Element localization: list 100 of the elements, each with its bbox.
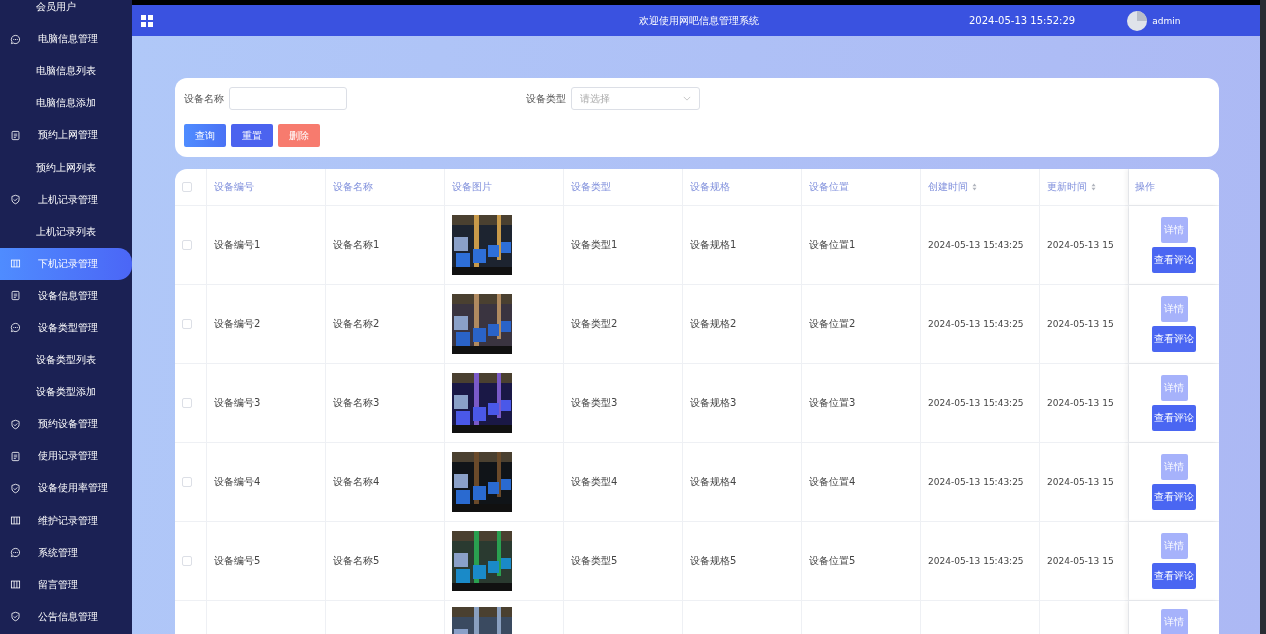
chat-icon <box>10 33 21 45</box>
row-action-button[interactable]: 查看评论 <box>1152 563 1196 589</box>
table-cell: 2024-05-13 15 <box>1047 319 1114 329</box>
column-header: 操作 <box>1135 180 1155 194</box>
table-cell: 2024-05-13 15:43:25 <box>928 319 1024 329</box>
document-icon <box>10 290 21 302</box>
sidebar-item[interactable]: 设备信息管理 <box>0 279 132 312</box>
column-header: 更新时间 <box>1047 180 1087 194</box>
table-cell: 设备规格5 <box>690 554 737 568</box>
avatar-icon[interactable] <box>1127 10 1148 31</box>
table-cell: 设备类型3 <box>571 396 618 410</box>
type-select[interactable]: 请选择 <box>571 87 700 110</box>
sidebar-item[interactable]: 电脑信息列表 <box>0 55 132 88</box>
sort-icon[interactable] <box>1091 183 1096 191</box>
sidebar-item[interactable]: 设备使用率管理 <box>0 472 132 505</box>
action-button[interactable]: 查询 <box>184 124 226 147</box>
table-cell: 2024-05-13 15 <box>1047 477 1114 487</box>
action-button[interactable]: 删除 <box>278 124 320 147</box>
row-action-button[interactable]: 查看评论 <box>1152 247 1196 273</box>
column-header: 设备图片 <box>452 180 492 194</box>
sidebar-item[interactable]: 设备类型列表 <box>0 344 132 377</box>
column-header: 设备规格 <box>690 180 730 194</box>
table-cell: 设备类型2 <box>571 317 618 331</box>
header-cell[interactable]: 设备位置 <box>802 169 921 205</box>
sidebar-item[interactable]: 电脑信息管理 <box>0 23 132 56</box>
row-action-button[interactable]: 查看评论 <box>1152 326 1196 352</box>
table-cell: 设备编号2 <box>214 317 261 331</box>
sidebar-item[interactable]: 上机记录列表 <box>0 215 132 248</box>
column-header: 设备名称 <box>333 180 373 194</box>
sidebar-item[interactable]: 预约上网管理 <box>0 119 132 152</box>
table-cell: 2024-05-13 15:43:25 <box>928 240 1024 250</box>
shield-icon <box>10 611 21 623</box>
columns-icon <box>10 258 21 270</box>
header-cell[interactable]: 设备图片 <box>445 169 564 205</box>
table-cell: 设备位置3 <box>809 396 856 410</box>
sidebar-item[interactable]: 电脑信息添加 <box>0 87 132 120</box>
sidebar-item[interactable]: 维护记录管理 <box>0 504 132 537</box>
row-action-button[interactable]: 查看评论 <box>1152 484 1196 510</box>
field-label: 设备名称 <box>184 91 224 106</box>
header-cell[interactable]: 设备类型 <box>564 169 683 205</box>
table-cell: 2024-05-13 15 <box>1047 398 1114 408</box>
sidebar-item[interactable]: 设备类型添加 <box>0 376 132 409</box>
chat-icon <box>10 547 21 559</box>
shield-icon <box>10 482 21 494</box>
sidebar-item[interactable]: 使用记录管理 <box>0 440 132 473</box>
table-cell: 2024-05-13 15 <box>1047 556 1114 566</box>
document-icon <box>10 450 21 462</box>
table-cell: 设备位置4 <box>809 475 856 489</box>
sidebar-item[interactable]: 留言管理 <box>0 568 132 601</box>
sidebar-item[interactable]: 系统管理 <box>0 536 132 569</box>
name-input[interactable] <box>229 87 347 110</box>
checkbox[interactable] <box>182 398 192 408</box>
checkbox[interactable] <box>182 556 192 566</box>
sidebar-item[interactable]: 预约设备管理 <box>0 408 132 441</box>
checkbox[interactable] <box>182 240 192 250</box>
caret-icon <box>683 96 691 101</box>
columns-icon <box>10 579 21 591</box>
columns-icon <box>10 515 21 527</box>
sidebar-item[interactable]: 会员用户 <box>0 0 132 24</box>
table-cell: 设备名称1 <box>333 238 380 252</box>
header-cell[interactable]: 设备规格 <box>683 169 802 205</box>
table-cell: 2024-05-13 15:43:25 <box>928 556 1024 566</box>
row-action-button[interactable]: 查看评论 <box>1152 405 1196 431</box>
sidebar-item[interactable]: 上机记录管理 <box>0 183 132 216</box>
table-cell: 设备编号4 <box>214 475 261 489</box>
sidebar-item[interactable]: 设备类型管理 <box>0 311 132 345</box>
checkbox[interactable] <box>182 477 192 487</box>
header-time: 2024-05-13 15:52:29 <box>969 15 1076 26</box>
sidebar-item[interactable]: 下机记录管理 <box>0 247 132 280</box>
sidebar-item[interactable]: 公告信息管理 <box>0 600 132 633</box>
action-button[interactable]: 重置 <box>231 124 273 147</box>
table-cell: 设备编号5 <box>214 554 261 568</box>
table-cell: 设备规格3 <box>690 396 737 410</box>
table-cell: 设备名称4 <box>333 475 380 489</box>
table-cell: 设备规格1 <box>690 238 737 252</box>
table-cell: 设备位置1 <box>809 238 856 252</box>
column-header: 设备位置 <box>809 180 849 194</box>
checkbox[interactable] <box>182 319 192 329</box>
sort-icon[interactable] <box>972 183 977 191</box>
shield-icon <box>10 418 21 430</box>
sidebar-item[interactable]: 预约上网列表 <box>0 151 132 184</box>
column-header: 设备类型 <box>571 180 611 194</box>
header-cell[interactable]: 设备名称 <box>326 169 445 205</box>
chat-icon <box>10 322 21 334</box>
grid-icon[interactable] <box>141 14 153 27</box>
header-title: 欢迎使用网吧信息管理系统 <box>639 13 760 28</box>
column-header: 创建时间 <box>928 180 968 194</box>
shield-icon <box>10 194 21 206</box>
table-cell: 2024-05-13 15:43:25 <box>928 398 1024 408</box>
table-cell: 设备编号3 <box>214 396 261 410</box>
table-cell: 2024-05-13 15:43:25 <box>928 477 1024 487</box>
column-header: 设备编号 <box>214 180 254 194</box>
table-cell: 设备位置2 <box>809 317 856 331</box>
table-cell: 设备名称2 <box>333 317 380 331</box>
table-cell: 设备位置5 <box>809 554 856 568</box>
checkbox[interactable] <box>182 182 192 192</box>
header-cell[interactable]: 设备编号 <box>207 169 326 205</box>
user-name[interactable]: admin <box>1152 15 1181 26</box>
table-cell: 设备编号1 <box>214 238 261 252</box>
header-cell[interactable]: 创建时间 <box>921 169 1040 205</box>
